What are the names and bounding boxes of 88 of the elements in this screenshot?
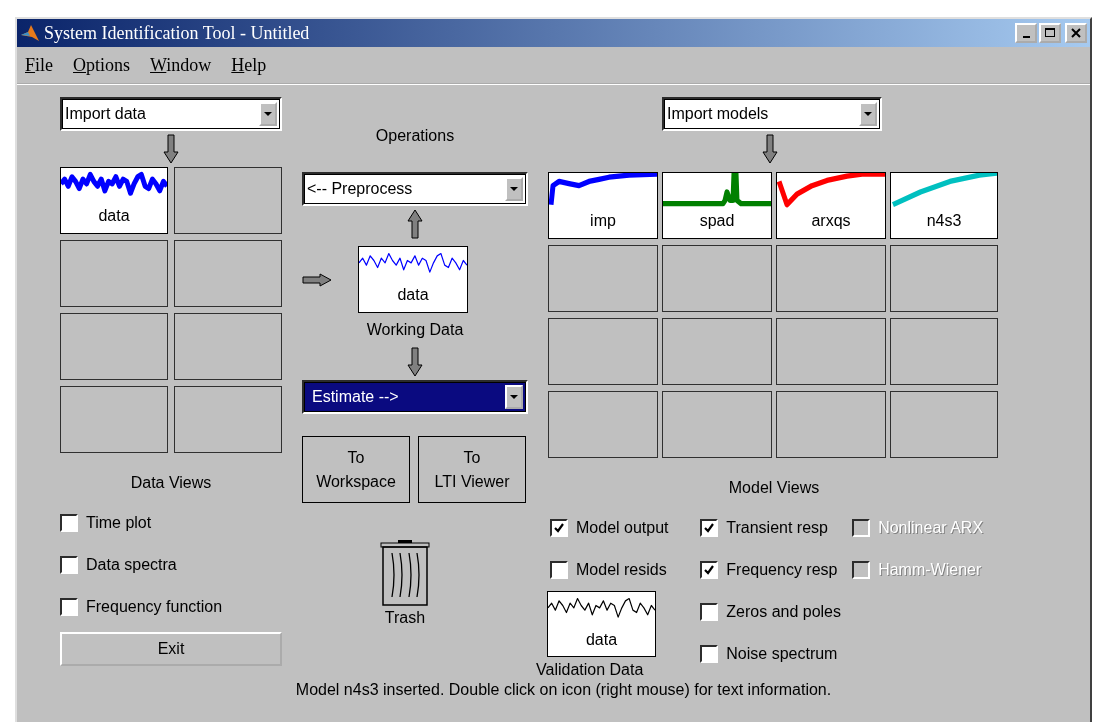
checkbox-label: Frequency function: [86, 598, 223, 616]
empty-slot[interactable]: [890, 318, 998, 385]
empty-slot[interactable]: [776, 391, 886, 458]
dropdown[interactable]: Import data: [60, 97, 282, 131]
signal-tile[interactable]: spad: [662, 172, 772, 239]
checkbox[interactable]: [700, 561, 719, 579]
signal-tile[interactable]: data: [60, 167, 168, 234]
trash-icon[interactable]: [380, 539, 430, 607]
empty-slot[interactable]: [890, 391, 998, 458]
empty-slot[interactable]: [548, 318, 658, 385]
menu-item[interactable]: Help: [231, 54, 267, 76]
checkbox[interactable]: [550, 519, 568, 537]
checkbox[interactable]: [700, 603, 719, 621]
tile-label: arxqs: [811, 211, 851, 231]
empty-slot[interactable]: [662, 391, 772, 458]
tile-caption: Working Data: [365, 321, 465, 339]
checkbox[interactable]: [60, 556, 78, 574]
tile-label: data: [585, 630, 618, 650]
empty-slot[interactable]: [776, 245, 886, 312]
section-heading: Data Views: [129, 474, 213, 492]
dropdown[interactable]: Estimate -->: [302, 380, 528, 414]
empty-slot[interactable]: [548, 245, 658, 312]
checkbox[interactable]: [700, 645, 719, 663]
signal-tile[interactable]: arxqs: [776, 172, 886, 239]
signal-tile[interactable]: imp: [548, 172, 658, 239]
checkbox-label: Time plot: [86, 514, 152, 532]
empty-slot[interactable]: [174, 240, 282, 307]
maximize-icon: [1045, 28, 1055, 38]
checkbox[interactable]: [550, 561, 568, 579]
empty-slot[interactable]: [60, 240, 168, 307]
down-arrow-icon: [163, 134, 179, 164]
menu-item[interactable]: File: [25, 54, 53, 76]
menu-item[interactable]: Window: [150, 54, 212, 76]
action-button[interactable]: To Workspace: [302, 436, 410, 503]
checkbox-label: Model output: [576, 519, 669, 537]
empty-slot[interactable]: [60, 313, 168, 380]
signal-tile[interactable]: n4s3: [890, 172, 998, 239]
tile-label: spad: [699, 211, 735, 231]
down-arrow-icon: [762, 134, 778, 164]
section-heading: Operations: [374, 127, 456, 146]
checkbox[interactable]: [700, 519, 719, 537]
tile-label: imp: [590, 211, 616, 231]
status-message: Model n4s3 inserted. Double click on icon (right mouse) for text information.: [294, 681, 833, 699]
checkbox[interactable]: [60, 514, 78, 532]
checkbox-label: Frequency resp: [726, 561, 838, 579]
checkbox-label: Zeros and poles: [726, 603, 841, 621]
checkmark-icon: [553, 522, 565, 534]
action-button[interactable]: To LTI Viewer: [418, 436, 526, 503]
tile-caption: Validation Data: [536, 661, 645, 679]
down-arrow-icon: [407, 347, 423, 377]
dropdown[interactable]: Import models: [662, 97, 882, 131]
signal-tile[interactable]: data: [358, 246, 468, 313]
checkbox-label: Data spectra: [86, 556, 177, 574]
close-icon: [1071, 28, 1081, 38]
empty-slot[interactable]: [662, 318, 772, 385]
checkbox-label: Model resids: [576, 561, 667, 579]
trash-label: Trash: [384, 609, 426, 627]
signal-tile[interactable]: data: [547, 591, 656, 657]
checkbox[interactable]: [60, 598, 78, 616]
tile-label: n4s3: [926, 211, 962, 231]
empty-slot[interactable]: [662, 245, 772, 312]
checkbox-label: Transient resp: [726, 519, 828, 537]
empty-slot[interactable]: [60, 386, 168, 453]
section-heading: Model Views: [727, 479, 821, 497]
checkmark-icon: [703, 522, 716, 534]
tile-label: data: [98, 206, 130, 226]
peak-logo-icon: [20, 23, 40, 43]
dropdown[interactable]: <-- Preprocess: [302, 172, 528, 206]
window-title: System Identification Tool - Untitled: [44, 22, 310, 44]
up-arrow-icon: [407, 209, 423, 239]
minimize-icon: [1022, 36, 1030, 38]
maximize-button[interactable]: [1039, 23, 1061, 43]
empty-slot[interactable]: [776, 318, 886, 385]
checkbox-label: Noise spectrum: [726, 645, 838, 663]
checkbox-label: Nonlinear ARX: [878, 519, 984, 537]
checkmark-icon: [703, 564, 716, 576]
checkbox-label: Hamm-Wiener: [878, 561, 982, 579]
exit-button[interactable]: Exit: [60, 632, 282, 666]
menu-item[interactable]: Options: [73, 54, 131, 76]
tile-label: data: [397, 285, 429, 305]
right-arrow-icon: [302, 272, 332, 287]
empty-slot[interactable]: [890, 245, 998, 312]
empty-slot[interactable]: [174, 167, 282, 234]
minimize-button[interactable]: [1015, 23, 1037, 43]
empty-slot[interactable]: [174, 313, 282, 380]
empty-slot[interactable]: [174, 386, 282, 453]
close-button[interactable]: [1065, 23, 1087, 43]
empty-slot[interactable]: [548, 391, 658, 458]
